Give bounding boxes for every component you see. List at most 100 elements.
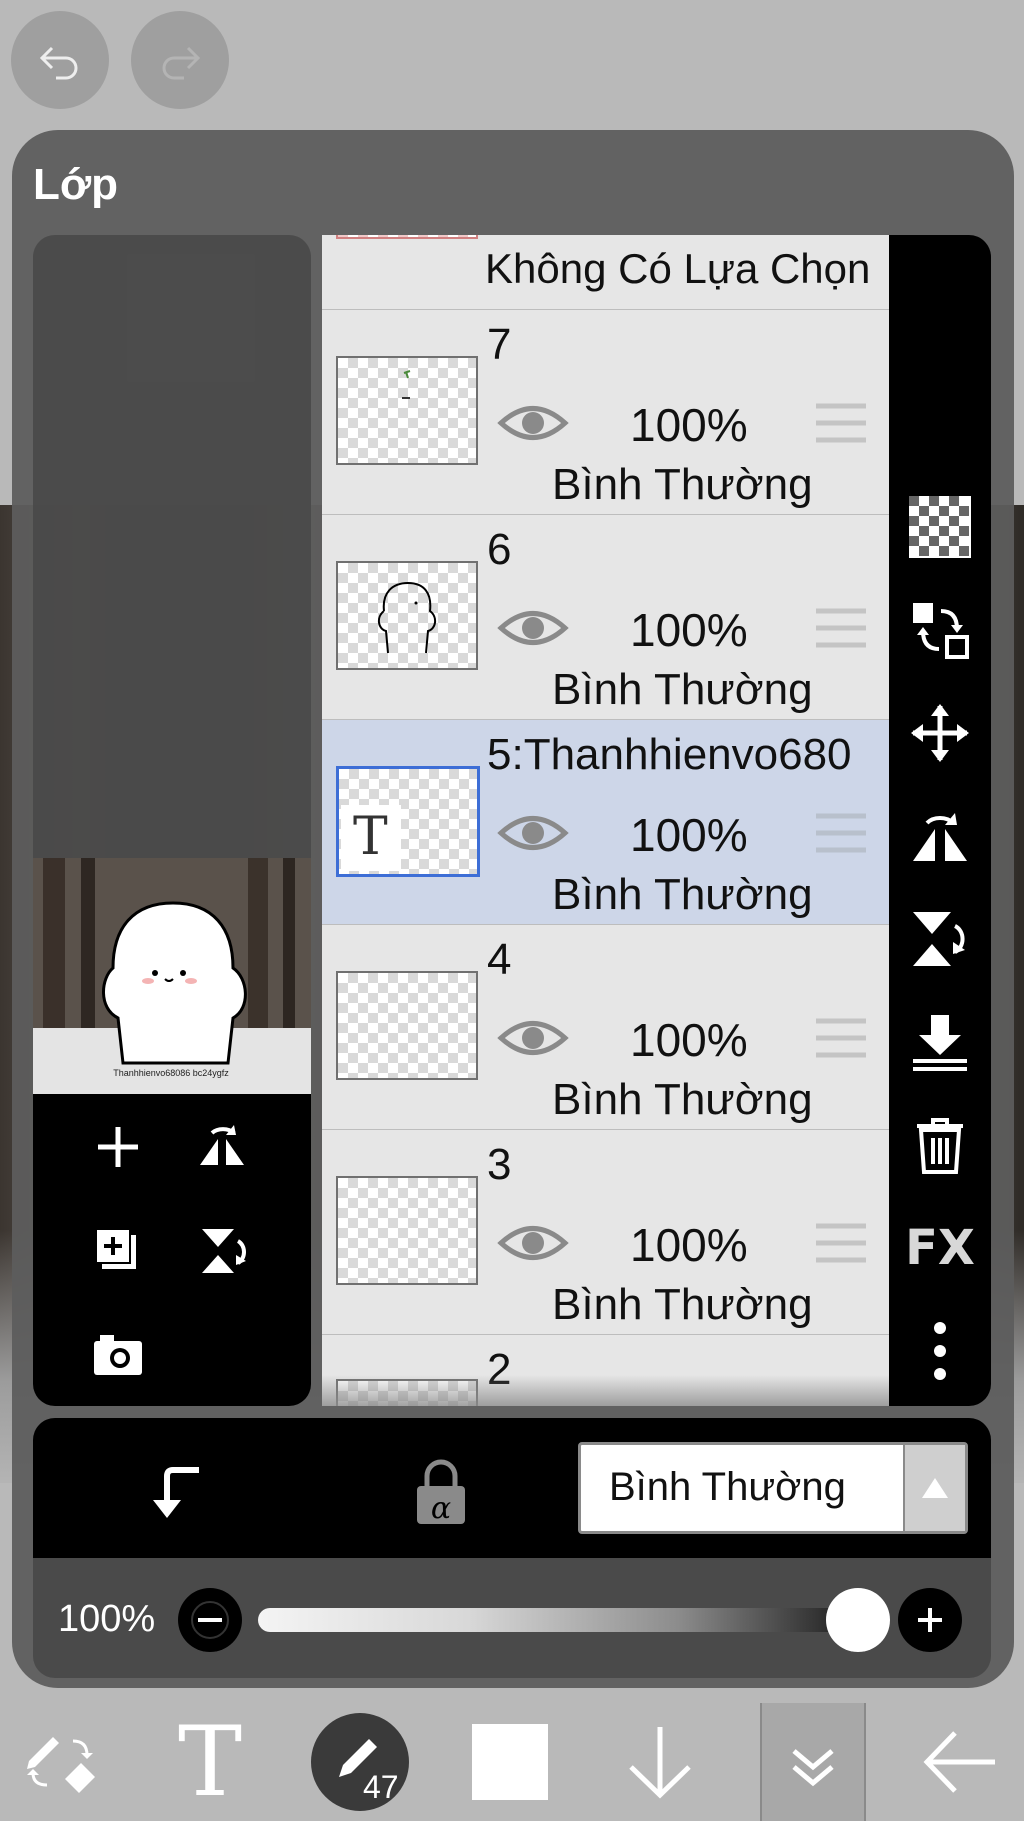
tool-switch-button[interactable] (10, 1703, 110, 1821)
opacity-slider-knob[interactable] (826, 1588, 890, 1652)
layer-thumbnail (336, 971, 478, 1080)
layer-name: 7 (487, 320, 512, 369)
color-button[interactable] (460, 1703, 560, 1821)
flip-horizontal-icon (200, 1125, 244, 1165)
layer-blend-mode: Bình Thường (552, 460, 813, 509)
plus-icon (98, 1127, 138, 1167)
delete-layer-button[interactable] (903, 1108, 977, 1182)
layer-row-5[interactable]: T 5:Thanhhienvo680 100% Bình Thường (322, 720, 889, 926)
visibility-eye-icon[interactable] (497, 1015, 569, 1061)
plus-icon (918, 1608, 942, 1632)
layer-blend-mode: Bình Thường (552, 665, 813, 714)
redo-icon (162, 46, 201, 80)
layer-opacity: 100% (630, 809, 748, 861)
visibility-eye-icon[interactable] (497, 400, 569, 446)
swap-layers-button[interactable] (903, 593, 977, 667)
layer-thumbnail (336, 356, 478, 465)
layer-opacity: 100% (630, 1014, 748, 1066)
merge-down-icon (913, 1015, 967, 1071)
flip-layer-vertical-button[interactable] (187, 1216, 257, 1286)
layer-name: Không Có Lựa Chọn (485, 245, 871, 292)
swap-icon (913, 603, 969, 659)
brush-size-button[interactable]: 47 (310, 1703, 410, 1821)
flip-vertical-icon (202, 1229, 246, 1273)
layers-list[interactable]: Không Có Lựa Chọn 7 100% Bình Thường 6 1… (322, 235, 889, 1406)
layer-thumbnail (336, 561, 478, 670)
layer-row-7[interactable]: 7 100% Bình Thường (322, 310, 889, 516)
blend-mode-select[interactable]: Bình Thường (578, 1442, 968, 1534)
arrow-left-icon (923, 1731, 995, 1793)
alpha-lock-button[interactable]: α (411, 1458, 471, 1528)
layer-blend-mode: Bình Thường (552, 1280, 813, 1329)
checkerboard-icon (909, 496, 971, 558)
add-special-layer-button[interactable] (83, 1216, 153, 1286)
camera-icon (94, 1335, 142, 1375)
drag-handle-icon[interactable] (814, 1017, 868, 1059)
layer-name: 4 (487, 935, 512, 984)
drag-handle-icon[interactable] (814, 812, 868, 854)
alpha-lock-icon: α (417, 1459, 465, 1526)
opacity-slider-track[interactable] (258, 1608, 858, 1632)
text-layer-letter: T (353, 807, 388, 867)
add-layer-button[interactable] (83, 1112, 153, 1182)
blend-mode-value: Bình Thường (609, 1465, 846, 1509)
transparency-button[interactable] (903, 490, 977, 564)
camera-button[interactable] (83, 1320, 153, 1390)
canvas-preview[interactable]: Thanhhienvo68086 bc24ygfz (33, 858, 311, 1094)
fx-button[interactable]: FX (903, 1211, 977, 1285)
brush-size-indicator: 47 (311, 1713, 409, 1811)
minus-icon (191, 1601, 229, 1639)
layers-panel-toggle-button[interactable] (760, 1703, 866, 1821)
flip-horizontal-button[interactable] (903, 799, 977, 873)
arrow-down-icon (629, 1727, 691, 1799)
move-arrows-icon (911, 704, 969, 762)
merge-down-button[interactable] (903, 1005, 977, 1079)
flip-vertical-icon (913, 912, 965, 966)
layer-blend-mode: Bình Thường (552, 1075, 813, 1124)
drag-handle-icon[interactable] (814, 1222, 868, 1264)
layer-name: 6 (487, 525, 512, 574)
add-layer-copy-icon (95, 1228, 136, 1269)
back-button[interactable] (910, 1703, 1010, 1821)
fx-label: FX (905, 1220, 975, 1276)
layer-row-4[interactable]: 4 100% Bình Thường (322, 925, 889, 1131)
preview-area (33, 235, 311, 860)
layer-row-selection[interactable]: Không Có Lựa Chọn (322, 235, 889, 311)
undo-button[interactable] (11, 11, 109, 109)
layer-opacity: 100% (630, 604, 748, 656)
visibility-eye-icon[interactable] (497, 1220, 569, 1266)
visibility-eye-icon[interactable] (497, 605, 569, 651)
layer-down-button[interactable] (610, 1703, 710, 1821)
layer-name: 5:Thanhhienvo680 (487, 730, 852, 779)
brush-size-value: 47 (363, 1769, 399, 1805)
opacity-increase-button[interactable] (898, 1588, 962, 1652)
opacity-decrease-button[interactable] (178, 1588, 242, 1652)
drag-handle-icon[interactable] (814, 402, 868, 444)
layer-row-6[interactable]: 6 100% Bình Thường (322, 515, 889, 721)
color-swatch (472, 1724, 548, 1800)
trash-icon (917, 1118, 963, 1174)
redo-button[interactable] (131, 11, 229, 109)
layer-row-3[interactable]: 3 100% Bình Thường (322, 1130, 889, 1336)
double-chevron-down-icon (792, 1749, 834, 1787)
pen-eraser-swap-icon (27, 1737, 95, 1793)
visibility-eye-icon[interactable] (497, 810, 569, 856)
left-tools (33, 1094, 311, 1406)
drag-handle-icon[interactable] (814, 607, 868, 649)
clipping-button[interactable] (143, 1460, 207, 1524)
move-button[interactable] (903, 696, 977, 770)
svg-text:α: α (431, 1491, 451, 1526)
clip-arrow-icon (153, 1467, 199, 1518)
preview-caption: Thanhhienvo68086 bc24ygfz (113, 1068, 229, 1078)
layer-name: 3 (487, 1140, 512, 1189)
flip-vertical-button[interactable] (903, 902, 977, 976)
layer-thumbnail (336, 1176, 478, 1285)
opacity-value: 100% (58, 1598, 156, 1640)
more-options-button[interactable] (903, 1314, 977, 1388)
flip-layer-horizontal-button[interactable] (187, 1112, 257, 1182)
layer-blend-mode: Bình Thường (552, 870, 813, 919)
flip-horizontal-icon (913, 813, 967, 861)
list-fade (322, 1375, 889, 1406)
text-tool-button[interactable]: T (160, 1703, 260, 1821)
blend-mode-dropdown-button[interactable] (903, 1445, 965, 1531)
